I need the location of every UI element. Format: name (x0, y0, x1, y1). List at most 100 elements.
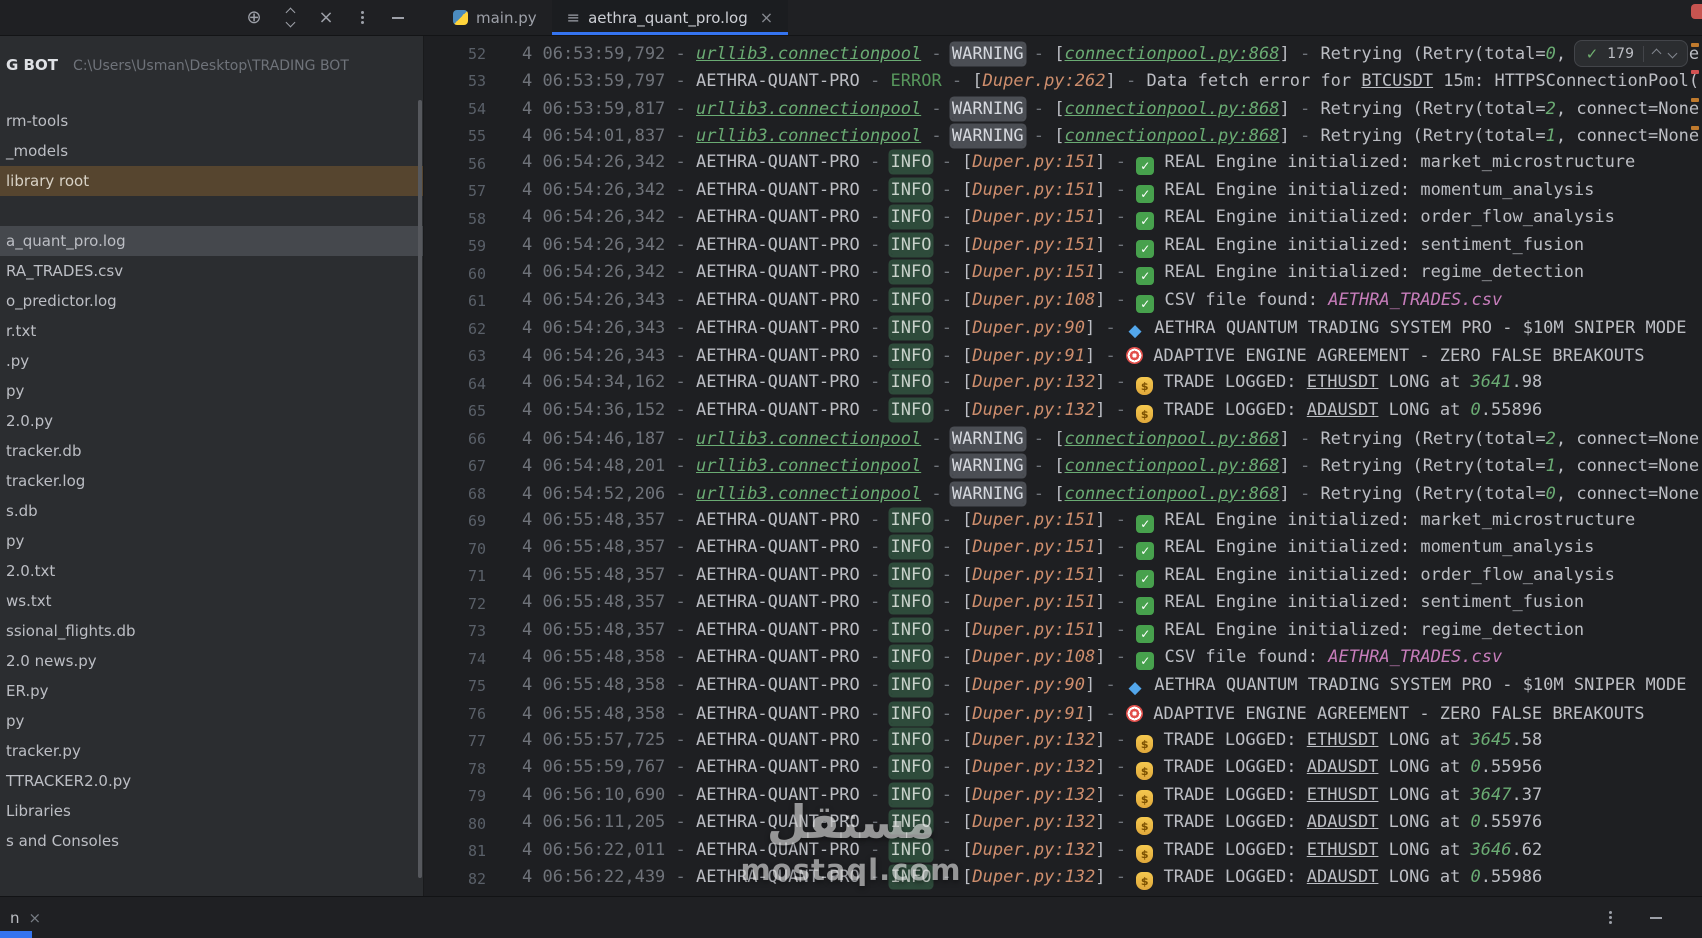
logger-name[interactable]: urllib3.connectionpool (696, 429, 921, 449)
symbol-link[interactable]: ADAUSDT (1307, 812, 1379, 832)
log-row[interactable]: 67 4 06:54:48,201 - urllib3.connectionpoo… (424, 453, 1702, 481)
notification-icon[interactable] (1691, 4, 1702, 19)
symbol-link[interactable]: ETHUSDT (1307, 730, 1379, 750)
tree-item[interactable]: TTRACKER2.0.py (0, 766, 423, 796)
expand-collapse-icon[interactable] (280, 7, 300, 28)
log-row[interactable]: 82 4 06:56:22,439 - AETHRA-QUANT-PRO - IN… (424, 865, 1702, 893)
tree-item[interactable]: 2.0.py (0, 406, 423, 436)
inspection-widget[interactable]: ✓ 179 (1573, 40, 1688, 67)
source-link[interactable]: Duper.py:151 (972, 537, 1095, 557)
tree-item[interactable]: ssional_flights.db (0, 616, 423, 646)
source-link[interactable]: Duper.py:132 (972, 372, 1095, 392)
collapse-all-icon[interactable]: × (316, 8, 336, 28)
log-row[interactable]: 56 4 06:54:26,342 - AETHRA-QUANT-PRO - IN… (424, 150, 1702, 178)
symbol-link[interactable]: ADAUSDT (1307, 400, 1379, 420)
tab-main-py[interactable]: main.py (438, 0, 552, 35)
tree-item[interactable]: .py (0, 346, 423, 376)
tree-item[interactable]: py (0, 526, 423, 556)
source-link[interactable]: connectionpool.py:868 (1065, 456, 1280, 476)
log-row[interactable]: 65 4 06:54:36,152 - AETHRA-QUANT-PRO - IN… (424, 398, 1702, 426)
tree-item[interactable]: r.txt (0, 316, 423, 346)
log-row[interactable]: 55 4 06:54:01,837 - urllib3.connectionpoo… (424, 123, 1702, 151)
tree-item[interactable]: tracker.db (0, 436, 423, 466)
bottom-hide-icon[interactable] (1646, 908, 1666, 928)
logger-name[interactable]: urllib3.connectionpool (696, 484, 921, 504)
log-row[interactable]: 69 4 06:55:48,357 - AETHRA-QUANT-PRO - IN… (424, 508, 1702, 536)
log-row[interactable]: 54 4 06:53:59,817 - urllib3.connectionpoo… (424, 95, 1702, 123)
bottom-options-icon[interactable] (1600, 908, 1620, 928)
locate-file-icon[interactable]: ⊕ (244, 8, 264, 28)
stripe-mark-icon[interactable] (1691, 43, 1699, 47)
log-row[interactable]: 66 4 06:54:46,187 - urllib3.connectionpoo… (424, 425, 1702, 453)
source-link[interactable]: Duper.py:151 (972, 152, 1095, 172)
source-link[interactable]: Duper.py:151 (972, 510, 1095, 530)
tree-item[interactable]: tracker.log (0, 466, 423, 496)
tree-item[interactable]: s.db (0, 496, 423, 526)
source-link[interactable]: Duper.py:91 (972, 704, 1085, 724)
log-row[interactable]: 68 4 06:54:52,206 - urllib3.connectionpoo… (424, 480, 1702, 508)
source-link[interactable]: Duper.py:108 (972, 647, 1095, 667)
tree-item[interactable]: 2.0 news.py (0, 646, 423, 676)
symbol-link[interactable]: ADAUSDT (1307, 757, 1379, 777)
next-highlight-icon[interactable] (1667, 48, 1678, 59)
logger-name[interactable]: urllib3.connectionpool (696, 126, 921, 146)
project-root-row[interactable]: G BOT C:\Users\Usman\Desktop\TRADING BOT (0, 50, 423, 80)
panel-options-icon[interactable] (352, 8, 372, 28)
tab-aethra-log[interactable]: ≡ aethra_quant_pro.log × (551, 0, 789, 35)
project-scrollbar[interactable] (418, 100, 422, 878)
tree-item[interactable]: Libraries (0, 796, 423, 826)
logger-name[interactable]: urllib3.connectionpool (696, 456, 921, 476)
stripe-mark-icon[interactable] (1691, 70, 1699, 74)
source-link[interactable]: Duper.py:132 (972, 812, 1095, 832)
source-link[interactable]: Duper.py:151 (972, 262, 1095, 282)
tree-item[interactable]: py (0, 706, 423, 736)
log-row[interactable]: 80 4 06:56:11,205 - AETHRA-QUANT-PRO - IN… (424, 810, 1702, 838)
source-link[interactable]: connectionpool.py:868 (1065, 99, 1280, 119)
log-row[interactable]: 73 4 06:55:48,357 - AETHRA-QUANT-PRO - IN… (424, 618, 1702, 646)
tree-item[interactable]: RA_TRADES.csv (0, 256, 423, 286)
log-row[interactable]: 52 4 06:53:59,792 - urllib3.connectionpoo… (424, 40, 1702, 68)
log-row[interactable]: 57 4 06:54:26,342 - AETHRA-QUANT-PRO - IN… (424, 178, 1702, 206)
source-link[interactable]: Duper.py:90 (972, 675, 1085, 695)
source-link[interactable]: Duper.py:151 (972, 235, 1095, 255)
tree-item[interactable]: 2.0.txt (0, 556, 423, 586)
source-link[interactable]: Duper.py:151 (972, 620, 1095, 640)
log-row[interactable]: 63 4 06:54:26,343 - AETHRA-QUANT-PRO - IN… (424, 343, 1702, 371)
log-row[interactable]: 74 4 06:55:48,358 - AETHRA-QUANT-PRO - IN… (424, 645, 1702, 673)
source-link[interactable]: Duper.py:91 (972, 346, 1085, 366)
prev-highlight-icon[interactable] (1651, 48, 1662, 59)
tree-item[interactable]: ER.py (0, 676, 423, 706)
log-row[interactable]: 58 4 06:54:26,342 - AETHRA-QUANT-PRO - IN… (424, 205, 1702, 233)
tree-item[interactable]: ws.txt (0, 586, 423, 616)
log-row[interactable]: 78 4 06:55:59,767 - AETHRA-QUANT-PRO - IN… (424, 755, 1702, 783)
tree-item[interactable]: py (0, 376, 423, 406)
source-link[interactable]: Duper.py:132 (972, 757, 1095, 777)
source-link[interactable]: Duper.py:151 (972, 207, 1095, 227)
stripe-mark-icon[interactable] (1691, 126, 1699, 130)
log-row[interactable]: 62 4 06:54:26,343 - AETHRA-QUANT-PRO - IN… (424, 315, 1702, 343)
source-link[interactable]: Duper.py:151 (972, 180, 1095, 200)
log-row[interactable]: 53 4 06:53:59,797 - AETHRA-QUANT-PRO - ER… (424, 68, 1702, 96)
source-link[interactable]: Duper.py:262 (983, 71, 1106, 91)
source-link[interactable]: Duper.py:132 (972, 840, 1095, 860)
source-link[interactable]: Duper.py:132 (972, 785, 1095, 805)
log-row[interactable]: 70 4 06:55:48,357 - AETHRA-QUANT-PRO - IN… (424, 535, 1702, 563)
symbol-link[interactable]: ETHUSDT (1307, 785, 1379, 805)
source-link[interactable]: Duper.py:151 (972, 565, 1095, 585)
log-row[interactable]: 79 4 06:56:10,690 - AETHRA-QUANT-PRO - IN… (424, 783, 1702, 811)
source-link[interactable]: Duper.py:132 (972, 400, 1095, 420)
source-link[interactable]: Duper.py:132 (972, 867, 1095, 887)
tree-item[interactable]: tracker.py (0, 736, 423, 766)
log-row[interactable]: 60 4 06:54:26,342 - AETHRA-QUANT-PRO - IN… (424, 260, 1702, 288)
source-link[interactable]: Duper.py:90 (972, 318, 1085, 338)
tree-item[interactable]: a_quant_pro.log (0, 226, 423, 256)
tool-window-tab[interactable]: n × (0, 909, 41, 927)
tree-item[interactable]: library root (0, 166, 423, 196)
symbol-link[interactable]: BTCUSDT (1361, 71, 1433, 91)
close-tool-tab-icon[interactable]: × (29, 909, 42, 927)
symbol-link[interactable]: ETHUSDT (1307, 840, 1379, 860)
stripe-mark-icon[interactable] (1691, 98, 1699, 102)
log-row[interactable]: 64 4 06:54:34,162 - AETHRA-QUANT-PRO - IN… (424, 370, 1702, 398)
symbol-link[interactable]: ETHUSDT (1307, 372, 1379, 392)
editor[interactable]: 52 4 06:53:59,792 - urllib3.connectionpoo… (424, 36, 1702, 896)
